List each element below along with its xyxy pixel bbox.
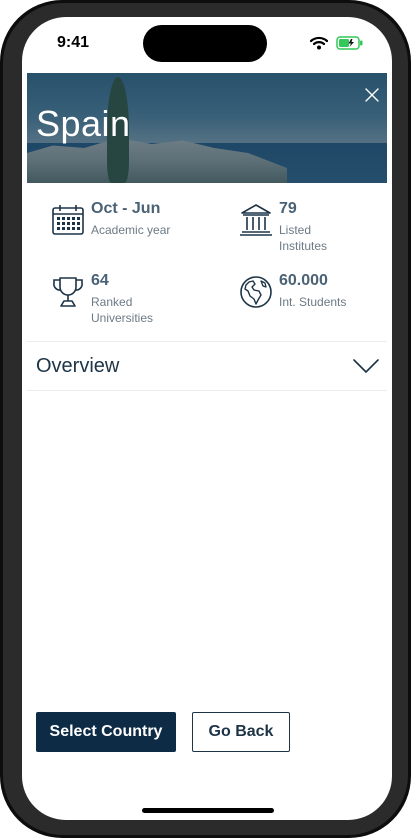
stat-label: Listed Institutes: [279, 223, 328, 253]
overview-title: Overview: [36, 355, 120, 377]
stat-label: Int. Students: [279, 295, 347, 309]
stat-value: Oct - Jun: [91, 200, 161, 217]
stat-value: 79: [279, 200, 297, 217]
divider: [27, 390, 387, 391]
dynamic-island: [143, 25, 267, 62]
battery-icon: [336, 36, 363, 50]
institute-building-icon: [240, 204, 272, 236]
phone-frame: 9:41 Spain Oct - Jun Academic year 79 Li…: [0, 0, 411, 838]
close-icon[interactable]: [364, 87, 380, 103]
country-hero-banner: Spain: [27, 73, 387, 183]
overview-accordion-header[interactable]: Overview: [27, 342, 387, 390]
stat-label: Academic year: [91, 223, 171, 237]
status-time: 9:41: [57, 34, 90, 51]
screen: 9:41 Spain Oct - Jun Academic year 79 Li…: [22, 17, 392, 820]
stat-value: 60.000: [279, 272, 328, 289]
globe-icon: [240, 276, 272, 308]
select-country-button[interactable]: Select Country: [36, 712, 176, 752]
home-indicator[interactable]: [142, 808, 274, 813]
country-title: Spain: [36, 103, 131, 144]
calendar-icon: [52, 205, 84, 235]
go-back-button[interactable]: Go Back: [192, 712, 290, 752]
chevron-down-icon[interactable]: [353, 358, 379, 374]
stat-value: 64: [91, 272, 109, 289]
stat-label: Ranked Universities: [91, 295, 154, 325]
wifi-icon: [310, 36, 328, 50]
trophy-icon: [53, 277, 83, 307]
